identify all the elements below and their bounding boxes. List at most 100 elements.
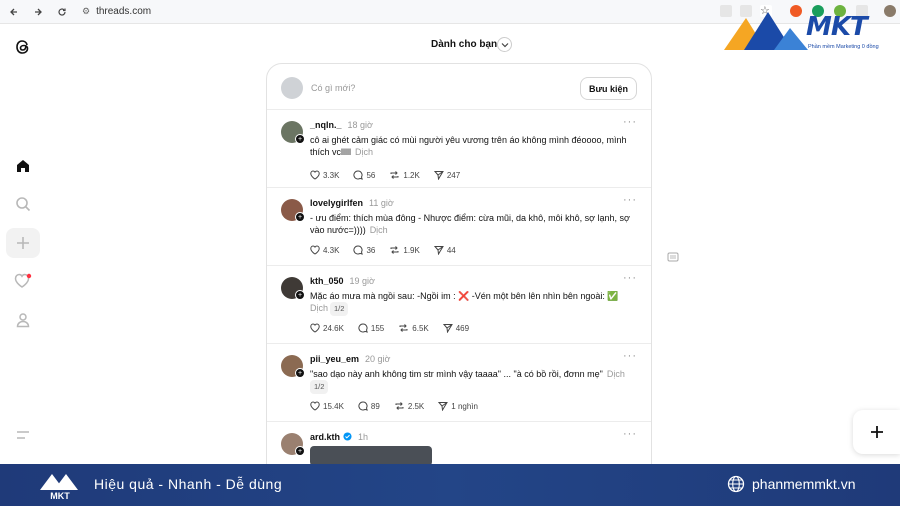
forward-arrow-icon[interactable] (28, 2, 48, 22)
feed-title[interactable]: Dành cho bạn (431, 39, 497, 50)
avatar (281, 77, 303, 99)
like-button[interactable]: 3.3K (310, 170, 339, 180)
profile-icon[interactable] (8, 305, 38, 335)
post-time: 11 giờ (369, 198, 394, 208)
post-text: cô ai ghét cảm giác có mùi người yêu vươ… (310, 134, 640, 158)
share-button[interactable]: 469 (442, 323, 470, 333)
share-count: 1 nghìn (451, 401, 478, 411)
post-time: 18 giờ (347, 120, 373, 130)
mkt-logo-subtitle: Phần mềm Marketing 0 đồng (808, 44, 879, 50)
follow-plus-icon[interactable]: + (295, 368, 305, 378)
translate-link[interactable]: Dịch (310, 303, 328, 313)
share-button[interactable]: 1 nghìn (438, 401, 478, 411)
repost-button[interactable]: 2.5K (394, 401, 424, 411)
repost-button[interactable]: 1.9K (389, 245, 420, 255)
post-text: "sao dạo này anh không tim str mình vậy … (310, 368, 640, 394)
back-arrow-icon[interactable] (4, 2, 24, 22)
new-post-fab-button[interactable] (853, 410, 900, 454)
follow-plus-icon[interactable]: + (295, 290, 305, 300)
more-options-icon[interactable]: ··· (623, 272, 637, 284)
composer-placeholder[interactable]: Có gì mới? (311, 83, 355, 93)
repost-button[interactable]: 6.5K (398, 323, 429, 333)
post-actions: 24.6K 155 6.5K 469 (310, 323, 483, 333)
post-username[interactable]: _nqln._ 18 giờ (310, 120, 373, 130)
repost-count: 2.5K (407, 401, 425, 411)
share-button[interactable]: 247 (433, 170, 460, 180)
post-button[interactable]: Bưu kiện (580, 77, 637, 100)
post-text: Mặc áo mưa mà ngồi sau: -Ngồi im : ❌ -Vé… (310, 290, 640, 316)
post-composer[interactable]: Có gì mới? Bưu kiện (267, 64, 651, 110)
comment-count: 36 (366, 245, 376, 255)
mkt-logo-text: MKT (806, 12, 868, 42)
username-text[interactable]: lovelygirlfen (310, 198, 363, 208)
menu-icon[interactable] (8, 420, 38, 450)
repost-button[interactable]: 1.2K (389, 170, 420, 180)
banner-logo-text: MKT (50, 491, 70, 501)
post-card[interactable]: + kth_050 19 giờ ··· Mặc áo mưa mà ngồi s… (267, 266, 651, 344)
username-text[interactable]: kth_050 (310, 276, 344, 286)
post-card[interactable]: + pii_yeu_em 20 giờ ··· "sao dạo này anh … (267, 344, 651, 422)
follow-plus-icon[interactable]: + (295, 212, 305, 222)
more-options-icon[interactable]: ··· (623, 350, 637, 362)
post-username[interactable]: ard.kth 1h (310, 432, 368, 442)
translate-link[interactable]: Dịch (355, 147, 373, 157)
more-options-icon[interactable]: ··· (623, 194, 637, 206)
home-icon[interactable] (8, 151, 38, 181)
post-actions: 4.3K 36 1.9K 44 (310, 245, 470, 255)
post-card[interactable]: + lovelygirlfen 11 giờ ··· - ưu điểm: thí… (267, 188, 651, 266)
repost-count: 1.2K (403, 170, 420, 180)
post-actions: 15.4K 89 2.5K 1 nghìn (310, 401, 492, 411)
translate-link[interactable]: Dịch (607, 369, 625, 379)
username-text[interactable]: pii_yeu_em (310, 354, 359, 364)
threads-logo-icon[interactable] (8, 32, 38, 62)
search-icon[interactable] (8, 189, 38, 219)
share-count: 469 (455, 323, 470, 333)
repost-count: 1.9K (403, 245, 420, 255)
share-count: 44 (446, 245, 456, 255)
mkt-watermark-logo: MKT Phần mềm Marketing 0 đồng (722, 8, 892, 58)
username-text[interactable]: _nqln._ (310, 120, 342, 130)
follow-plus-icon[interactable]: + (295, 446, 305, 456)
comment-button[interactable]: 89 (358, 401, 380, 411)
like-count: 15.4K (323, 401, 344, 411)
post-time: 20 giờ (365, 354, 391, 364)
username-text[interactable]: ard.kth (310, 432, 340, 442)
like-button[interactable]: 4.3K (310, 245, 339, 255)
promo-banner: MKT Hiệu quả - Nhanh - Dễ dùng phanmemmk… (0, 464, 900, 506)
activity-heart-icon[interactable] (8, 266, 38, 296)
comment-count: 155 (370, 323, 385, 333)
banner-slogan: Hiệu quả - Nhanh - Dễ dùng (94, 476, 283, 492)
more-options-icon[interactable]: ··· (623, 428, 637, 440)
comment-count: 56 (366, 170, 376, 180)
comment-button[interactable]: 36 (353, 245, 375, 255)
mkt-banner-logo-icon: MKT (40, 474, 78, 501)
address-bar[interactable]: threads.com (96, 6, 151, 17)
chevron-down-icon[interactable] (497, 37, 512, 52)
post-username[interactable]: kth_050 19 giờ (310, 276, 375, 286)
post-time: 1h (358, 432, 369, 442)
post-body: - ưu điểm: thích mùa đông - Nhược điểm: … (310, 213, 630, 235)
repost-count: 6.5K (412, 323, 429, 333)
post-card[interactable]: + _nqln._ 18 giờ ··· cô ai ghét cảm giác … (267, 110, 651, 188)
post-time: 19 giờ (349, 276, 375, 286)
comment-button[interactable]: 155 (358, 323, 384, 333)
verified-badge-icon (343, 432, 352, 441)
follow-plus-icon[interactable]: + (295, 134, 305, 144)
reload-icon[interactable] (52, 2, 72, 22)
post-media-image[interactable] (310, 446, 432, 466)
scroll-indicator-icon[interactable] (663, 247, 682, 266)
feed-container: Có gì mới? Bưu kiện + _nqln._ 18 giờ ··· … (266, 63, 652, 483)
mkt-mountain-icon (724, 12, 808, 50)
site-settings-icon[interactable]: ⚙ (82, 6, 90, 17)
like-count: 24.6K (323, 323, 344, 333)
banner-website[interactable]: phanmemmkt.vn (752, 476, 855, 492)
create-post-icon[interactable] (6, 228, 40, 258)
like-button[interactable]: 24.6K (310, 323, 344, 333)
post-username[interactable]: pii_yeu_em 20 giờ (310, 354, 390, 364)
translate-link[interactable]: Dịch (370, 225, 388, 235)
comment-button[interactable]: 56 (353, 170, 375, 180)
share-button[interactable]: 44 (433, 245, 456, 255)
post-username[interactable]: lovelygirlfen 11 giờ (310, 198, 394, 208)
like-button[interactable]: 15.4K (310, 401, 344, 411)
more-options-icon[interactable]: ··· (623, 116, 637, 128)
